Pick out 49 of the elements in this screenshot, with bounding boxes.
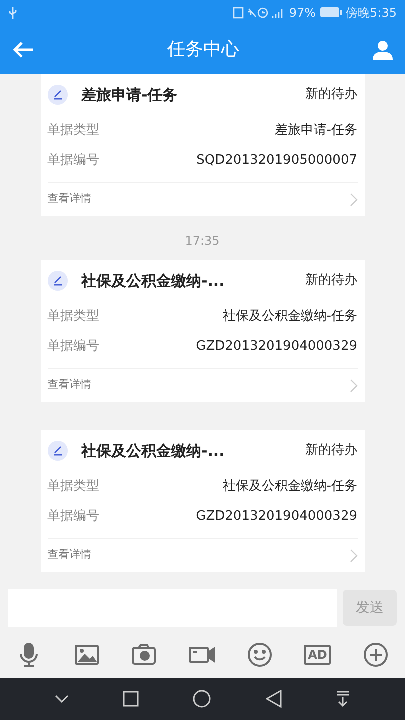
field-label: 单据类型 bbox=[48, 478, 100, 496]
task-status: 新的待办 bbox=[306, 442, 358, 460]
view-details-link[interactable]: 查看详情 bbox=[48, 377, 92, 394]
view-details-link[interactable]: 查看详情 bbox=[48, 191, 92, 208]
add-icon[interactable] bbox=[363, 642, 389, 668]
task-title: 社保及公积金缴纳-... bbox=[82, 270, 225, 292]
image-icon[interactable] bbox=[74, 642, 100, 668]
field-label: 单据编号 bbox=[48, 338, 100, 356]
back-triangle-icon[interactable] bbox=[266, 690, 282, 708]
task-title: 社保及公积金缴纳-... bbox=[82, 440, 225, 462]
task-status: 新的待办 bbox=[306, 272, 358, 290]
chevron-right-icon bbox=[350, 192, 358, 206]
back-icon[interactable] bbox=[12, 40, 34, 58]
battery-percent: 97% bbox=[289, 4, 316, 22]
square-icon[interactable] bbox=[123, 691, 140, 707]
field-value: SQD2013201905000007 bbox=[196, 152, 358, 170]
notification-pull-icon[interactable] bbox=[336, 691, 350, 707]
message-time: 17:35 bbox=[185, 233, 220, 250]
field-label: 单据编号 bbox=[48, 152, 100, 170]
view-details-link[interactable]: 查看详情 bbox=[48, 547, 92, 564]
task-card[interactable]: 社保及公积金缴纳-... 新的待办 单据类型 社保及公积金缴纳-任务 单据编号 GZD2013201904000329 查看详情 bbox=[40, 430, 364, 572]
task-card[interactable]: 差旅申请-任务 新的待办 单据类型 差旅申请-任务 单据编号 SQD2013201905000007 查看详情 bbox=[40, 74, 364, 216]
clock-time: 傍晚5:35 bbox=[346, 4, 397, 22]
user-icon[interactable] bbox=[373, 40, 393, 60]
edit-icon bbox=[48, 271, 68, 291]
chevron-down-icon[interactable] bbox=[55, 695, 70, 703]
chevron-right-icon bbox=[350, 548, 358, 562]
camera-icon[interactable] bbox=[131, 642, 158, 668]
usb-icon bbox=[8, 6, 18, 20]
chevron-right-icon bbox=[350, 378, 358, 392]
field-label: 单据编号 bbox=[48, 508, 100, 526]
status-icons bbox=[233, 6, 286, 18]
field-value: GZD2013201904000329 bbox=[196, 338, 358, 356]
field-value: GZD2013201904000329 bbox=[196, 508, 358, 526]
field-label: 单据类型 bbox=[48, 308, 100, 326]
task-status: 新的待办 bbox=[306, 86, 358, 104]
header-title: 任务中心 bbox=[168, 38, 240, 62]
field-label: 单据类型 bbox=[48, 122, 100, 140]
battery-icon bbox=[320, 7, 342, 18]
task-card[interactable]: 社保及公积金缴纳-... 新的待办 单据类型 社保及公积金缴纳-任务 单据编号 GZD2013201904000329 查看详情 bbox=[40, 260, 364, 402]
edit-icon bbox=[48, 441, 68, 461]
home-circle-icon[interactable] bbox=[193, 690, 212, 708]
field-value: 社保及公积金缴纳-任务 bbox=[222, 308, 358, 326]
field-value: 差旅申请-任务 bbox=[274, 122, 358, 140]
edit-icon bbox=[48, 85, 68, 105]
ad-button[interactable]: AD bbox=[304, 645, 332, 665]
field-value: 社保及公积金缴纳-任务 bbox=[222, 478, 358, 496]
task-title: 差旅申请-任务 bbox=[82, 84, 178, 106]
smiley-icon[interactable] bbox=[246, 642, 272, 668]
